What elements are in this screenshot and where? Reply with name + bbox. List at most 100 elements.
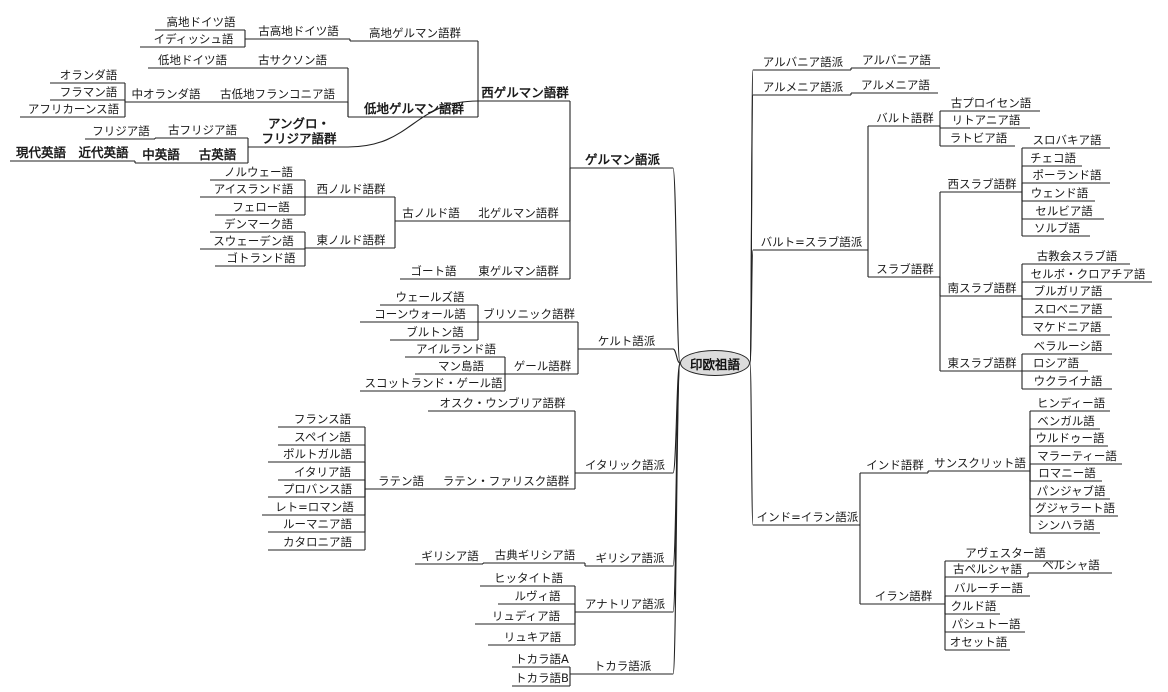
node-label: ギリシア語派 [595,551,665,565]
node-label: ゴトランド語 [226,251,296,265]
node-label: ウェールズ語 [395,290,465,304]
node-label: スロベニア語 [1033,302,1103,316]
node-label: フリジア語 [92,124,150,138]
node-label: ブルトン語 [406,325,464,339]
node-label: 中英語 [142,147,180,162]
node-label: アイルランド語 [416,342,496,356]
node-label: デンマーク語 [224,217,293,231]
node-label: 古フリジア語 [168,123,237,137]
node-label: ラテン語 [378,474,424,488]
node-label: 北ゲルマン語群 [478,206,559,220]
node-label: 古典ギリシア語 [494,548,576,562]
node-label: コーンウォール語 [374,307,466,321]
node-label: ウェンド語 [1030,186,1089,200]
node-label: ポーランド語 [1032,168,1102,182]
node-label: アルバニア語派 [762,55,844,69]
node-label: バルーチー語 [954,581,1023,595]
root-node-proto-indo-european: 印欧祖語 [680,350,750,376]
node-label: スロバキア語 [1032,133,1102,147]
node-label: 古教会スラブ語 [1036,249,1118,263]
node-label: イディッシュ語 [153,32,234,46]
node-label: ブルガリア語 [1033,284,1103,298]
node-label: イラン語群 [874,589,933,603]
node-label: ノルウェー語 [224,165,293,179]
node-label: 南スラブ語群 [947,281,1017,295]
node-label: バルト語群 [876,111,934,125]
node-label: パシュトー語 [951,617,1021,631]
node-label: ルヴィ語 [514,589,561,603]
node-label: インド=イラン語派 [756,510,859,524]
node-label: ゲール語群 [513,359,572,373]
node-label: 西ゲルマン語群 [481,85,569,100]
node-label: ラテン・ファリスク語群 [442,474,570,488]
node-label: イタリック語派 [584,458,666,472]
node-label: セルボ・クロアチア語 [1030,267,1146,281]
node-label: トカラ語派 [593,659,652,673]
node-label: オランダ語 [59,68,118,82]
node-label: ラトビア語 [949,131,1008,145]
node-label: マン島語 [438,359,484,373]
node-label: オスク・ウンブリア語群 [439,396,566,410]
node-label: フランス語 [293,412,352,426]
node-label: アルメニア語 [861,78,930,92]
node-label: ゴート語 [410,264,457,278]
node-label: アングロ・ フリジア語群 [261,116,337,146]
node-label: トカラ語B [515,671,569,685]
node-label: アルメニア語派 [762,80,844,94]
node-label: カタロニア語 [283,535,352,549]
node-label: ウルドゥー語 [1035,431,1105,445]
node-label: 古低地フランコニア語 [220,87,335,101]
node-label: イタリア語 [293,465,352,479]
node-label: フラマン語 [59,85,118,99]
node-label: ルーマニア語 [283,517,352,531]
node-label: 東スラブ語群 [947,356,1017,370]
node-label: レト=ロマン語 [275,500,354,514]
node-label: バルト=スラブ語派 [760,235,863,249]
node-label: ヒッタイト語 [494,571,563,585]
node-label: 東ノルド語群 [316,233,386,247]
node-label: マケドニア語 [1032,320,1102,334]
node-label: ロマニー語 [1038,466,1096,480]
node-label: スコットランド・ゲール語 [364,376,503,390]
node-label: オセット語 [949,635,1008,649]
node-label: 西スラブ語群 [947,177,1017,191]
node-label: リトアニア語 [951,113,1021,127]
node-label: グジャラート語 [1035,501,1115,515]
node-label: インド語群 [866,458,924,472]
node-label: スラブ語群 [876,262,934,276]
root-label: 印欧祖語 [689,356,740,372]
node-label: 低地ゲルマン語群 [363,101,464,116]
node-label: プロバンス語 [282,482,353,496]
node-label: 古ペルシャ語 [953,562,1022,576]
branch-connector [749,362,754,526]
node-label: ポルトガル語 [283,447,352,461]
node-label: 近代英語 [78,145,129,160]
node-label: リュディア語 [491,609,561,623]
node-label: ペルシャ語 [1042,558,1100,572]
node-label: 西ノルド語群 [316,182,386,196]
node-label: 東ゲルマン語群 [478,264,559,278]
node-label: トカラ語A [515,652,569,666]
node-label: スウェーデン語 [213,234,294,248]
node-label: 古サクソン語 [258,53,327,67]
node-label: 現代英語 [15,145,66,160]
node-label: ウクライナ語 [1033,374,1103,388]
node-label: アイスランド語 [213,182,294,196]
node-label: リュキア語 [503,630,562,644]
node-label: セルビア語 [1035,204,1093,218]
node-label: ベンガル語 [1037,414,1095,428]
node-label: 古英語 [198,147,237,162]
node-label: サンスクリット語 [934,456,1026,470]
node-label: ベラルーシ語 [1033,339,1103,353]
node-label: ケルト語派 [597,334,656,348]
node-label: ソルブ語 [1034,221,1080,235]
node-label: 低地ドイツ語 [158,53,227,67]
node-label: クルド語 [950,599,997,613]
node-label: マラーティー語 [1037,449,1117,463]
node-label: アルバニア語 [862,53,931,67]
node-label: アナトリア語派 [584,597,666,611]
node-label: ゲルマン語派 [584,152,660,167]
node-label: ブリソニック語群 [483,307,575,321]
node-label: チェコ語 [1030,151,1076,165]
node-label: 古プロイセン語 [950,96,1032,110]
